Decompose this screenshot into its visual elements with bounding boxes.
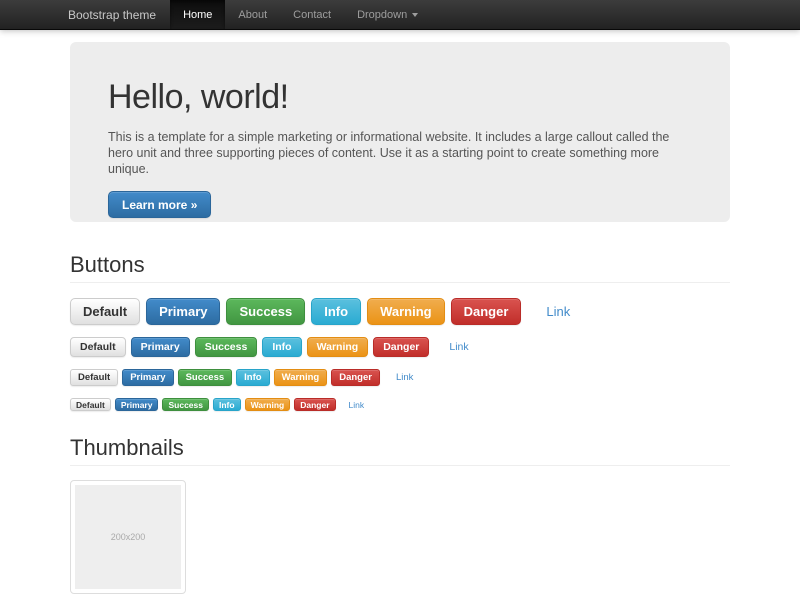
nav-item-about[interactable]: About <box>225 0 280 29</box>
nav-item-contact[interactable]: Contact <box>280 0 344 29</box>
success-button-sm[interactable]: Success <box>178 369 233 386</box>
button-row-xs: Default PrimarySuccess Info WarningDanger Li… <box>70 398 730 411</box>
link-button-md[interactable]: Link <box>439 337 478 357</box>
nav-item-label: About <box>238 9 267 21</box>
thumbnail[interactable]: 200x200 <box>70 480 186 594</box>
warning-button-lg[interactable]: Warning <box>367 298 445 325</box>
caret-down-icon <box>412 13 418 17</box>
link-button-xs[interactable]: Link <box>343 398 371 411</box>
info-button-md[interactable]: Info <box>262 337 301 357</box>
default-button-md[interactable]: Default <box>70 337 126 357</box>
placeholder-label: 200x200 <box>111 532 146 542</box>
default-button-sm[interactable]: Default <box>70 369 118 386</box>
primary-button-xs[interactable]: Primary <box>115 398 159 411</box>
hero-description: This is a template for a simple marketin… <box>108 129 692 177</box>
link-button-lg[interactable]: Link <box>533 298 583 325</box>
nav-item-home[interactable]: Home <box>170 0 225 29</box>
hero-title: Hello, world! <box>108 78 692 117</box>
main-content: Hello, world! This is a template for a s… <box>70 42 730 594</box>
link-button-sm[interactable]: Link <box>388 369 421 386</box>
primary-button-lg[interactable]: Primary <box>146 298 220 325</box>
navbar: Bootstrap theme Home About Contact Dropd… <box>0 0 800 30</box>
danger-button-lg[interactable]: Danger <box>451 298 522 325</box>
navbar-brand[interactable]: Bootstrap theme <box>68 0 170 29</box>
thumbnail-placeholder-image: 200x200 <box>75 485 181 589</box>
default-button-lg[interactable]: Default <box>70 298 140 325</box>
warning-button-md[interactable]: Warning <box>307 337 369 357</box>
success-button-xs[interactable]: Success <box>162 398 209 411</box>
thumbnails-heading: Thumbnails <box>70 437 730 466</box>
hero: Hello, world! This is a template for a s… <box>70 42 730 222</box>
info-button-xs[interactable]: Info <box>213 398 241 411</box>
nav-item-label: Contact <box>293 9 331 21</box>
warning-button-sm[interactable]: Warning <box>274 369 328 386</box>
buttons-heading: Buttons <box>70 254 730 283</box>
nav-item-label: Home <box>183 9 212 21</box>
primary-button-sm[interactable]: Primary <box>122 369 173 386</box>
button-row-lg: DefaultPrimarySuccessInfoWarningDanger Li… <box>70 298 730 325</box>
button-rows: DefaultPrimarySuccessInfoWarningDangerLi… <box>70 298 730 411</box>
success-button-lg[interactable]: Success <box>226 298 305 325</box>
nav-item-dropdown[interactable]: Dropdown <box>344 0 431 29</box>
danger-button-xs[interactable]: Danger <box>294 398 335 411</box>
navbar-menu: Home About Contact Dropdown <box>170 0 431 29</box>
button-row-sm: DefaultPrimary SuccessInfo WarningDanger Li… <box>70 369 730 386</box>
learn-more-button[interactable]: Learn more » <box>108 191 211 218</box>
info-button-sm[interactable]: Info <box>236 369 269 386</box>
info-button-lg[interactable]: Info <box>311 298 361 325</box>
button-row-md: DefaultPrimarySuccessInfo WarningDanger Li… <box>70 337 730 357</box>
default-button-xs[interactable]: Default <box>70 398 111 411</box>
danger-button-md[interactable]: Danger <box>373 337 429 357</box>
primary-button-md[interactable]: Primary <box>131 337 190 357</box>
warning-button-xs[interactable]: Warning <box>245 398 291 411</box>
danger-button-sm[interactable]: Danger <box>331 369 380 386</box>
success-button-md[interactable]: Success <box>195 337 258 357</box>
nav-item-label: Dropdown <box>357 9 407 21</box>
